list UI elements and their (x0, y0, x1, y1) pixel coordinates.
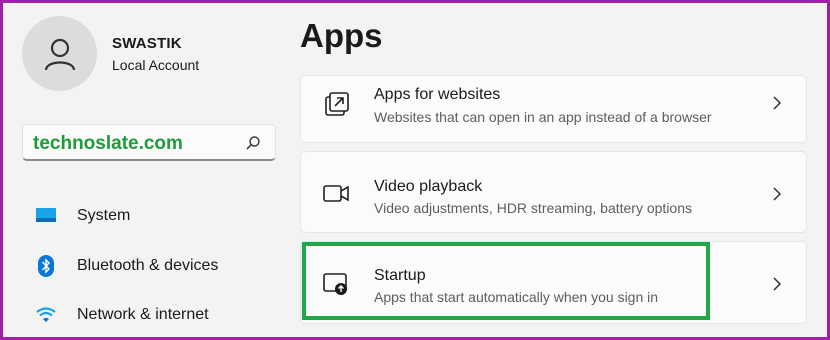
setting-item-startup[interactable]: Startup Apps that start automatically wh… (300, 241, 807, 324)
settings-window: SWASTIK Local Account technoslate.com Sy… (0, 0, 830, 340)
setting-title: Startup (374, 267, 426, 284)
user-icon (44, 38, 75, 70)
open-external-icon (325, 92, 349, 116)
setting-item-video-playback[interactable]: Video playback Video adjustments, HDR st… (300, 151, 807, 233)
sidebar-item-system[interactable]: System (22, 198, 272, 234)
setting-item-apps-for-websites[interactable]: Apps for websites Websites that can open… (300, 75, 807, 143)
setting-subtitle: Video adjustments, HDR streaming, batter… (374, 200, 693, 216)
account-type: Local Account (112, 57, 200, 73)
avatar[interactable] (22, 16, 97, 91)
setting-subtitle: Apps that start automatically when you s… (374, 289, 659, 305)
chevron-right-icon (773, 96, 782, 110)
sidebar-item-label: Network & internet (77, 306, 209, 323)
wifi-icon (35, 304, 57, 326)
setting-title: Video playback (374, 178, 483, 195)
startup-icon (323, 273, 347, 295)
sidebar-item-bluetooth[interactable]: Bluetooth & devices (22, 248, 272, 284)
page-title: Apps (300, 17, 383, 54)
monitor-icon (35, 205, 57, 227)
sidebar-item-label: System (77, 207, 131, 224)
video-camera-icon (323, 185, 349, 202)
search-input[interactable]: technoslate.com (33, 133, 183, 155)
setting-subtitle: Websites that can open in an app instead… (374, 109, 712, 125)
search-icon[interactable] (245, 135, 261, 151)
chevron-right-icon (773, 187, 782, 201)
bluetooth-icon (35, 255, 57, 277)
sidebar-item-label: Bluetooth & devices (77, 257, 219, 274)
search-box[interactable]: technoslate.com (22, 124, 276, 161)
chevron-right-icon (773, 277, 782, 291)
setting-title: Apps for websites (374, 86, 501, 103)
account-name: SWASTIK (112, 35, 182, 52)
sidebar-item-network[interactable]: Network & internet (22, 297, 272, 333)
